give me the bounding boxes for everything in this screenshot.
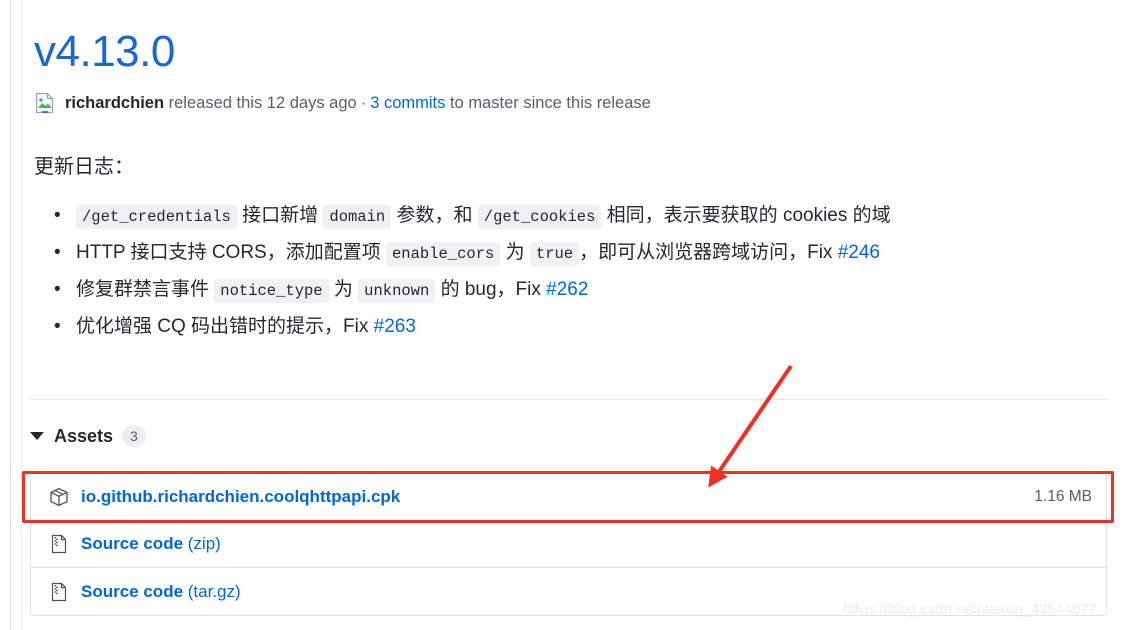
asset-filename: io.github.richardchien.coolqhttpapi.cpk: [81, 487, 401, 506]
release-meta: richardchien released this 12 days ago ·…: [30, 78, 1100, 114]
asset-row[interactable]: io.github.richardchien.coolqhttpapi.cpk 1…: [31, 474, 1106, 521]
changelog-text: HTTP 接口支持 CORS，添加配置项: [76, 242, 386, 263]
asset-link[interactable]: Source code (zip): [81, 534, 221, 554]
asset-link[interactable]: io.github.richardchien.coolqhttpapi.cpk: [81, 487, 400, 507]
meta-separator: ·: [360, 94, 367, 112]
file-zip-icon: [49, 534, 69, 554]
asset-filename: Source code: [81, 581, 184, 601]
changelog-item: 修复群禁言事件 notice_type 为 unknown 的 bug，Fix …: [54, 272, 1100, 309]
assets-label: Assets: [54, 425, 114, 446]
asset-size: 1.16 MB: [1034, 488, 1092, 505]
changelog-item: 优化增强 CQ 码出错时的提示，Fix #263: [54, 309, 1100, 345]
watermark: https://blog.csdn.net/weixin_43544077: [843, 602, 1098, 618]
section-divider: [30, 399, 1108, 400]
chevron-down-icon[interactable]: [30, 432, 44, 440]
issue-link[interactable]: #246: [838, 242, 880, 263]
broken-image-icon: [34, 92, 56, 114]
inline-code: domain: [323, 205, 392, 229]
inline-code: enable_cors: [386, 242, 501, 266]
release-title[interactable]: v4.13.0: [30, 0, 1100, 78]
changelog-text: 的 bug，Fix: [435, 279, 547, 300]
release-author[interactable]: richardchien: [65, 92, 164, 114]
changelog-item: HTTP 接口支持 CORS，添加配置项 enable_cors 为 true，…: [54, 235, 1100, 272]
asset-format-suffix: (tar.gz): [183, 581, 241, 601]
assets-count-badge: 3: [122, 425, 146, 447]
inline-code: /get_cookies: [477, 205, 602, 229]
changelog-heading: 更新日志：: [34, 156, 134, 178]
changelog-item: /get_credentials 接口新增 domain 参数，和 /get_c…: [54, 198, 1100, 235]
asset-format-suffix: (zip): [183, 534, 221, 553]
inline-code: /get_credentials: [76, 205, 237, 229]
changelog-text: 接口新增: [236, 205, 324, 226]
assets-header[interactable]: Assets 3: [30, 425, 146, 447]
file-zip-icon: [49, 582, 69, 602]
inline-code: notice_type: [214, 279, 329, 303]
changelog-text: 为: [328, 279, 359, 300]
issue-link[interactable]: #263: [374, 316, 416, 337]
changelog-text: 参数，和: [391, 205, 478, 226]
inline-code: true: [529, 242, 580, 266]
changelog-text: ，即可从浏览器跨域访问，Fix: [579, 242, 838, 263]
asset-link[interactable]: Source code (tar.gz): [81, 582, 241, 602]
changelog-text: 优化增强 CQ 码出错时的提示，Fix: [76, 316, 374, 337]
changelog-text: 为: [500, 242, 530, 263]
changelog-list: /get_credentials 接口新增 domain 参数，和 /get_c…: [30, 180, 1100, 345]
package-icon: [49, 487, 69, 507]
left-rail-outer: [10, 0, 11, 630]
asset-filename: Source code: [81, 534, 184, 553]
assets-list: io.github.richardchien.coolqhttpapi.cpk 1…: [30, 473, 1107, 616]
changelog-text: 修复群禁言事件: [76, 279, 215, 300]
issue-link[interactable]: #262: [546, 279, 588, 300]
changelog-text: 相同，表示要获取的 cookies 的域: [601, 205, 891, 226]
release-page: v4.13.0 richardchien released this 12 da…: [0, 0, 1123, 630]
inline-code: unknown: [358, 279, 436, 303]
commits-suffix: to master since this release: [449, 94, 651, 112]
asset-row[interactable]: Source code (zip): [31, 521, 1106, 568]
commits-link[interactable]: 3 commits: [370, 92, 445, 114]
release-timestamp: released this 12 days ago: [168, 94, 357, 112]
